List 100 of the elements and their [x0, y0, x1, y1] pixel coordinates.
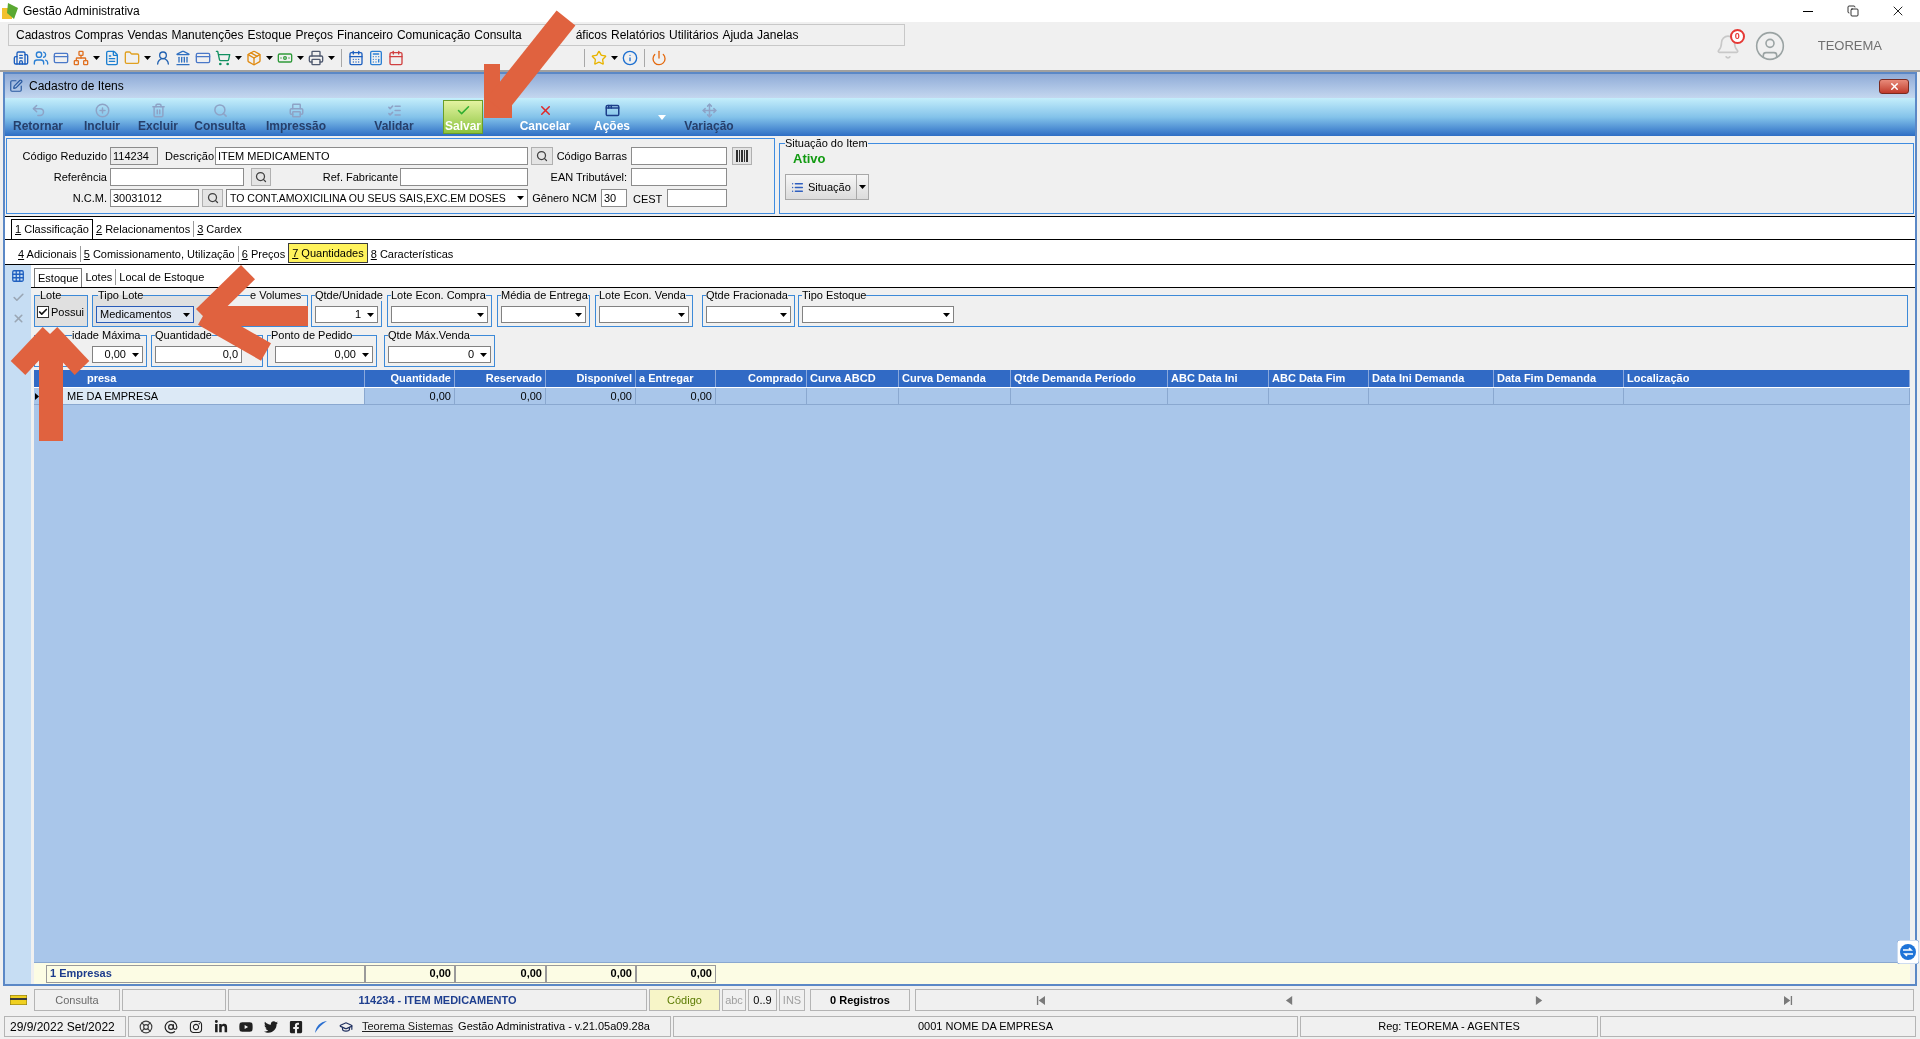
column-header[interactable]: Disponível	[546, 370, 636, 387]
tab[interactable]: Lotes	[82, 269, 117, 285]
tab[interactable]: 3 Cardex	[194, 221, 245, 237]
column-header[interactable]: a Entregar	[636, 370, 716, 387]
dropdown-field[interactable]	[802, 306, 954, 323]
check-icon[interactable]	[11, 291, 25, 304]
dropdown-field[interactable]: 1	[315, 306, 378, 323]
caret-down-icon[interactable]	[144, 56, 151, 60]
user-avatar-icon[interactable]	[1753, 30, 1786, 62]
card-icon[interactable]	[195, 50, 211, 66]
menu-item[interactable]: Relatórios	[611, 29, 666, 41]
column-header[interactable]: ABC Data Ini	[1168, 370, 1269, 387]
caret-down-icon[interactable]	[328, 56, 335, 60]
column-header[interactable]: Comprado	[716, 370, 807, 387]
search-button[interactable]	[531, 147, 553, 165]
column-header[interactable]: Reservado	[455, 370, 546, 387]
play-logo-icon[interactable]	[239, 1019, 253, 1034]
previous-icon[interactable]	[1285, 995, 1295, 1005]
column-header[interactable]: Data Ini Demanda	[1369, 370, 1494, 387]
menu-item[interactable]: Comunicação	[396, 29, 471, 41]
cart-icon[interactable]	[215, 50, 231, 66]
status-button[interactable]: Situação	[785, 174, 857, 200]
checkbox[interactable]	[37, 306, 49, 318]
restore-icon[interactable]	[1846, 5, 1859, 17]
printer-icon[interactable]	[308, 50, 324, 66]
menu-item[interactable]: Janelas	[757, 29, 799, 41]
in-logo-icon[interactable]	[214, 1019, 228, 1034]
star-icon[interactable]	[591, 50, 607, 66]
column-header[interactable]: Qtde Demanda Período	[1011, 370, 1168, 387]
dropdown-field[interactable]: 0,00	[275, 346, 373, 363]
menu-item[interactable]: Financeiro	[336, 29, 393, 41]
camera-logo-icon[interactable]	[189, 1019, 203, 1034]
menu-item[interactable]: Utilitários	[669, 29, 719, 41]
caret-down-icon[interactable]	[611, 56, 618, 60]
dropdown-field[interactable]	[706, 306, 791, 323]
at-sign-icon[interactable]	[164, 1019, 178, 1034]
search-button[interactable]	[202, 189, 223, 207]
column-header[interactable]: presa	[84, 370, 365, 387]
text-field[interactable]	[110, 168, 244, 186]
text-field[interactable]: 114234	[110, 147, 158, 165]
calculator-icon[interactable]	[368, 50, 384, 66]
minimize-icon[interactable]	[1802, 10, 1813, 12]
card-icon[interactable]	[53, 50, 69, 66]
info-icon[interactable]	[622, 50, 638, 66]
search-button[interactable]	[251, 168, 271, 186]
tab[interactable]: 4 Adicionais	[15, 246, 81, 262]
dropdown-field[interactable]: TO CONT.AMOXICILINA OU SEUS SAIS,EXC.EM DOSES	[226, 189, 528, 207]
calendar-icon[interactable]	[388, 50, 404, 66]
menu-item[interactable]: Consulta	[474, 29, 522, 41]
dropdown-field[interactable]: 0,00	[92, 346, 143, 363]
graduation-cap-icon[interactable]	[339, 1019, 353, 1034]
caret-down-icon[interactable]	[297, 56, 304, 60]
menu-item[interactable]: Vendas	[127, 29, 168, 41]
next-icon[interactable]	[1534, 995, 1544, 1005]
tab[interactable]: Local de Estoque	[116, 269, 208, 285]
text-field[interactable]	[631, 147, 727, 165]
caret-down-icon[interactable]	[93, 56, 100, 60]
text-field[interactable]	[631, 168, 727, 186]
bird-logo-icon[interactable]	[264, 1019, 278, 1034]
column-header[interactable]: Curva Demanda	[899, 370, 1011, 387]
caret-down-icon[interactable]	[235, 56, 242, 60]
dropdown-field[interactable]	[501, 306, 586, 323]
calendar-icon[interactable]	[348, 50, 364, 66]
tab[interactable]: Estoque	[34, 268, 83, 287]
dropdown-field[interactable]	[599, 306, 689, 323]
close-button[interactable]	[1879, 78, 1909, 94]
caret-down-icon[interactable]	[266, 56, 273, 60]
f-logo-icon[interactable]	[289, 1019, 303, 1034]
text-field[interactable]	[667, 189, 727, 207]
building-icon[interactable]	[13, 50, 29, 66]
tab[interactable]: 1 Classificação	[11, 219, 93, 239]
tab[interactable]: 6 Preços	[238, 246, 289, 262]
barcode-button[interactable]	[732, 147, 752, 165]
bank-icon[interactable]	[175, 50, 191, 66]
dropdown-field[interactable]: 0	[388, 346, 491, 363]
column-header[interactable]: Data Fim Demanda	[1494, 370, 1624, 387]
tab[interactable]: 7 Quantidades	[288, 243, 368, 263]
menu-item[interactable]: Compras	[74, 29, 124, 41]
tab[interactable]: 5 Comissionamento, Utilização	[80, 246, 239, 262]
dropdown-field[interactable]	[391, 306, 488, 323]
column-header[interactable]: Quantidade	[365, 370, 455, 387]
website-link[interactable]: Teorema Sistemas	[362, 1021, 454, 1032]
tab[interactable]: 8 Características	[367, 246, 457, 262]
menu-item[interactable]: Ajuda	[722, 29, 754, 41]
person-icon[interactable]	[155, 50, 171, 66]
number-field[interactable]: 0,0	[155, 346, 242, 363]
menu-item[interactable]: Preços	[295, 29, 333, 41]
column-header[interactable]: Localização	[1624, 370, 1910, 387]
menu-item[interactable]: áficos	[575, 29, 608, 41]
menu-item[interactable]: Estoque	[247, 29, 292, 41]
dropdown-field[interactable]: Medicamentos	[96, 306, 194, 323]
text-field[interactable]: 30	[601, 189, 627, 207]
menu-item[interactable]: Cadastros	[16, 29, 71, 41]
column-header[interactable]: ABC Data Fim	[1269, 370, 1369, 387]
text-field[interactable]	[400, 168, 528, 186]
swoosh-logo-icon[interactable]	[314, 1019, 328, 1034]
menu-item[interactable]: Manutenções	[171, 29, 244, 41]
document-icon[interactable]	[104, 50, 120, 66]
lifebuoy-icon[interactable]	[139, 1019, 153, 1034]
last-record-icon[interactable]	[1783, 995, 1793, 1005]
